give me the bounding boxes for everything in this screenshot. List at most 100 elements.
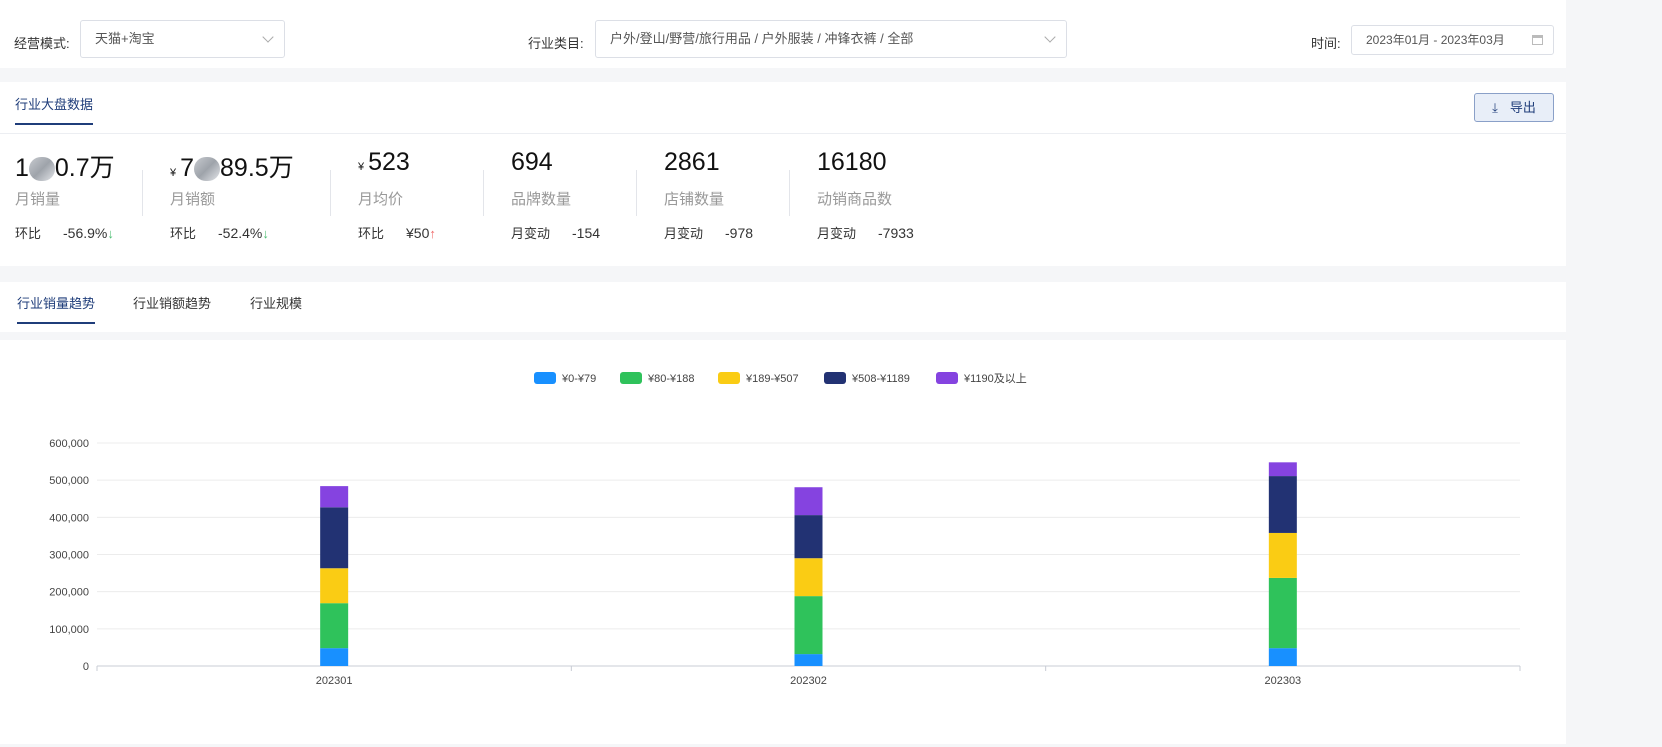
currency-symbol: ¥	[170, 167, 177, 179]
stat-value-part: 2861	[664, 148, 720, 176]
legend-label: ¥0-¥79	[561, 373, 596, 385]
divider	[789, 170, 790, 216]
stat-label: 动销商品数	[817, 191, 893, 208]
legend-swatch	[620, 372, 642, 384]
legend-label: ¥189-¥507	[745, 373, 799, 385]
arrow-down-icon: ↓	[262, 226, 269, 241]
stat-label: 品牌数量	[511, 191, 572, 208]
legend-label: ¥508-¥1189	[851, 373, 910, 385]
legend-item[interactable]: ¥189-¥507	[718, 372, 799, 385]
change-value: -52.4%	[218, 225, 263, 241]
y-tick-label: 600,000	[49, 438, 89, 450]
change-label: 月变动	[511, 226, 551, 241]
legend-item[interactable]: ¥1190及以上	[936, 372, 1027, 385]
bar-segment[interactable]	[1268, 577, 1297, 649]
bar-segment[interactable]	[1268, 532, 1297, 578]
trend-tabs: 行业销量趋势 行业销额趋势 行业规模	[0, 282, 1566, 332]
divider	[330, 170, 331, 216]
stat-label: 月销量	[15, 191, 61, 208]
divider	[0, 133, 1566, 134]
change-label: 月变动	[664, 226, 704, 241]
stat-card: ¥523 月均价 环比 ¥50↑	[358, 148, 436, 242]
legend-swatch	[534, 372, 556, 384]
bar-segment[interactable]	[1268, 462, 1297, 477]
change-value: -154	[572, 225, 601, 241]
stat-label: 月均价	[358, 191, 404, 208]
stat-card: ¥7 89.5万 月销额 环比 -52.4%↓	[170, 148, 294, 242]
legend-label: ¥1190及以上	[963, 372, 1027, 385]
overview-panel: 行业大盘数据 ⤓ 导出 1 0.7万 月销量 环比 -56.9%↓ ¥7 89.5万 月销…	[0, 82, 1566, 266]
category-label: 行业类目:	[528, 36, 584, 51]
bar-segment[interactable]	[794, 654, 823, 666]
tab-industry-scale[interactable]: 行业规模	[250, 293, 302, 312]
legend-swatch	[718, 372, 740, 384]
bar-segment[interactable]	[320, 603, 349, 649]
bar-segment[interactable]	[794, 596, 823, 655]
legend-item[interactable]: ¥0-¥79	[534, 372, 596, 385]
bar-segment[interactable]	[320, 568, 349, 604]
stat-value-part: 523	[368, 148, 410, 176]
date-range-value: 2023年01月 - 2023年03月	[1366, 33, 1505, 47]
stat-value: 16180	[817, 148, 914, 178]
tab-sales-volume-trend[interactable]: 行业销量趋势	[17, 293, 96, 324]
stat-value: ¥523	[358, 148, 436, 178]
mode-select[interactable]: 天猫+淘宝	[80, 20, 285, 58]
export-button[interactable]: ⤓ 导出	[1474, 93, 1554, 122]
stat-value-part: 694	[511, 148, 553, 176]
x-tick-label: 202302	[790, 675, 827, 687]
blurred-redaction	[28, 157, 55, 182]
stat-card: 1 0.7万 月销量 环比 -56.9%↓	[15, 148, 115, 242]
bar-segment[interactable]	[320, 486, 349, 508]
chart-panel: 0 100,000 200,000 300,000 400,000 500,000 600,…	[0, 340, 1566, 744]
change-value: ¥50	[406, 225, 430, 241]
tab-overview[interactable]: 行业大盘数据	[15, 94, 94, 125]
y-tick-label: 100,000	[49, 624, 89, 636]
mode-label: 经营模式:	[14, 36, 70, 51]
export-label: 导出	[1509, 100, 1536, 115]
bar-segment[interactable]	[1268, 648, 1297, 666]
y-tick-label: 0	[83, 661, 89, 673]
stat-value-part: 16180	[817, 148, 887, 176]
y-tick-label: 300,000	[49, 550, 89, 562]
stat-value-part: 0.7万	[54, 154, 115, 182]
divider	[636, 170, 637, 216]
stat-value-part: 89.5万	[220, 154, 294, 182]
stat-value: 694	[511, 148, 600, 178]
blurred-redaction	[194, 157, 221, 182]
bar-segment[interactable]	[320, 507, 349, 569]
bar-segment[interactable]	[1268, 476, 1297, 533]
date-range-picker[interactable]: 2023年01月 - 2023年03月	[1351, 25, 1554, 55]
stacked-bar-chart: 0 100,000 200,000 300,000 400,000 500,000 600,…	[49, 372, 1521, 687]
change-value: -978	[725, 225, 754, 241]
divider	[483, 170, 484, 216]
change-label: 环比	[170, 226, 197, 241]
legend-item[interactable]: ¥508-¥1189	[824, 372, 910, 385]
bar-segment[interactable]	[794, 487, 823, 516]
stat-value: 1 0.7万	[15, 148, 115, 182]
bar-segment[interactable]	[320, 648, 349, 666]
chevron-down-icon	[1044, 31, 1056, 43]
y-tick-label: 500,000	[49, 475, 89, 487]
stat-label: 月销额	[170, 191, 216, 208]
legend-item[interactable]: ¥80-¥188	[620, 372, 695, 385]
arrow-up-icon: ↑	[429, 226, 436, 241]
mode-value: 天猫+淘宝	[95, 31, 155, 46]
tab-sales-amount-trend[interactable]: 行业销额趋势	[133, 293, 211, 312]
category-select[interactable]: 户外/登山/野营/旅行用品 / 户外服装 / 冲锋衣裤 / 全部	[595, 20, 1067, 58]
change-label: 月变动	[817, 226, 857, 241]
category-value: 户外/登山/野营/旅行用品 / 户外服装 / 冲锋衣裤 / 全部	[610, 31, 914, 46]
bar-segment[interactable]	[794, 558, 823, 597]
legend-swatch	[824, 372, 846, 384]
download-icon: ⤓	[1492, 100, 1498, 115]
change-value: -7933	[878, 225, 914, 241]
stat-label: 店铺数量	[664, 191, 725, 208]
time-label: 时间:	[1311, 36, 1341, 51]
filter-bar: 经营模式: 天猫+淘宝 行业类目: 户外/登山/野营/旅行用品 / 户外服装 /…	[0, 0, 1566, 68]
stat-value-part: 1	[15, 154, 29, 182]
stat-value: ¥7 89.5万	[170, 148, 294, 182]
stat-value: 2861	[664, 148, 753, 178]
stat-card: 2861 店铺数量 月变动 -978	[664, 148, 753, 242]
y-tick-label: 400,000	[49, 512, 89, 524]
stat-value-part: 7	[180, 154, 195, 182]
bar-segment[interactable]	[794, 515, 823, 559]
